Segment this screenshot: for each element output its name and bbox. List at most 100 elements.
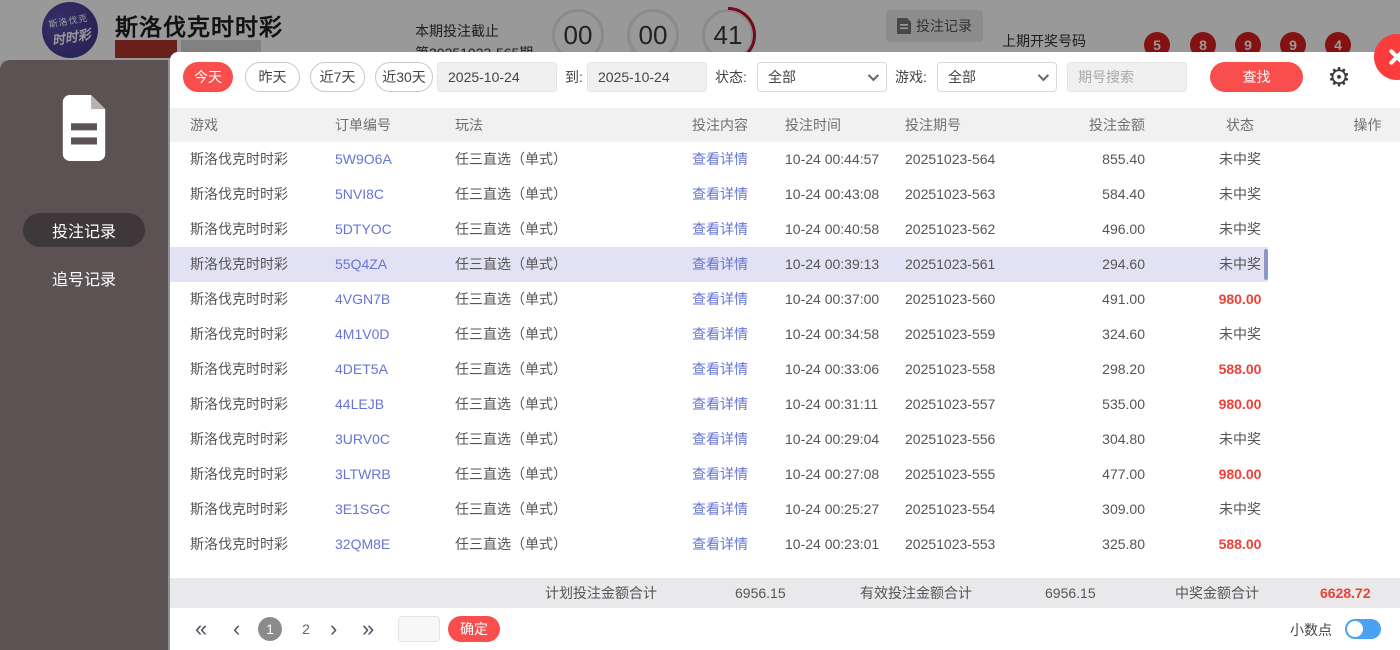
cell-game: 斯洛伐克时时彩 [170, 212, 335, 247]
sidebar-item-label: 投注记录 [52, 218, 116, 242]
view-detail-link[interactable]: 查看详情 [692, 396, 748, 412]
plan-total-label: 计划投注金额合计 [545, 578, 657, 608]
order-number-link[interactable]: 55Q4ZA [335, 256, 387, 272]
cell-play-type: 任三直选（单式） [455, 492, 655, 527]
page-number-current[interactable]: 1 [258, 617, 282, 641]
valid-total-value: 6956.15 [1045, 578, 1096, 608]
status-select[interactable]: 全部 [757, 62, 887, 92]
chevron-down-icon [1038, 70, 1049, 81]
col-header-operation: 操作 [1335, 108, 1400, 142]
cell-period: 20251023-555 [905, 457, 1055, 492]
cell-amount: 535.00 [1055, 387, 1145, 422]
cell-operation [1335, 177, 1400, 212]
cell-status: 未中奖 [1145, 492, 1335, 527]
order-number-link[interactable]: 5NVI8C [335, 186, 384, 202]
cell-bet-time: 10-24 00:25:27 [785, 492, 905, 527]
period-search-input[interactable] [1067, 62, 1187, 92]
cell-game: 斯洛伐克时时彩 [170, 352, 335, 387]
quick-filter-7days[interactable]: 近7天 [310, 62, 365, 92]
col-header-game: 游戏 [170, 108, 335, 142]
cell-game: 斯洛伐克时时彩 [170, 177, 335, 212]
cell-status: 未中奖 [1145, 212, 1335, 247]
search-button[interactable]: 查找 [1210, 62, 1303, 92]
order-number-link[interactable]: 44LEJB [335, 396, 384, 412]
cell-game: 斯洛伐克时时彩 [170, 282, 335, 317]
view-detail-link[interactable]: 查看详情 [692, 501, 748, 517]
view-detail-link[interactable]: 查看详情 [692, 256, 748, 272]
order-number-link[interactable]: 32QM8E [335, 536, 390, 552]
order-number-link[interactable]: 5DTYOC [335, 221, 392, 237]
view-detail-link[interactable]: 查看详情 [692, 221, 748, 237]
cell-operation [1335, 422, 1400, 457]
page-jump-confirm-button[interactable]: 确定 [448, 616, 500, 642]
quick-filter-yesterday[interactable]: 昨天 [245, 62, 300, 92]
cell-status: 588.00 [1145, 352, 1335, 387]
col-header-time: 投注时间 [785, 108, 905, 142]
status-filter-label: 状态: [715, 62, 747, 92]
page-jump-input[interactable] [398, 616, 440, 642]
order-number-link[interactable]: 3E1SGC [335, 501, 390, 517]
table-row: 斯洛伐克时时彩 3E1SGC 任三直选（单式） 查看详情 10-24 00:25… [170, 492, 1400, 527]
table-row: 斯洛伐克时时彩 5DTYOC 任三直选（单式） 查看详情 10-24 00:40… [170, 212, 1400, 247]
date-from-input[interactable]: 2025-10-24 [437, 62, 557, 92]
view-detail-link[interactable]: 查看详情 [692, 326, 748, 342]
table-row: 斯洛伐克时时彩 5W9O6A 任三直选（单式） 查看详情 10-24 00:44… [170, 142, 1400, 177]
order-number-link[interactable]: 3URV0C [335, 431, 390, 447]
order-number-link[interactable]: 5W9O6A [335, 151, 392, 167]
cell-game: 斯洛伐克时时彩 [170, 247, 335, 282]
quick-filter-today[interactable]: 今天 [183, 62, 233, 92]
sidebar-item-chase-records[interactable]: 追号记录 [23, 261, 145, 295]
cell-status: 未中奖 [1145, 247, 1335, 282]
cell-operation [1335, 282, 1400, 317]
next-page-button[interactable]: › [330, 612, 337, 646]
cell-amount: 298.20 [1055, 352, 1145, 387]
decimal-toggle[interactable] [1345, 619, 1381, 639]
date-to-input[interactable]: 2025-10-24 [587, 62, 707, 92]
prev-page-button[interactable]: ‹ [233, 612, 240, 646]
win-total-label: 中奖金额合计 [1175, 578, 1259, 608]
bet-record-icon [55, 95, 113, 161]
cell-amount: 491.00 [1055, 282, 1145, 317]
last-page-button[interactable]: » [362, 612, 374, 646]
page-number[interactable]: 2 [294, 617, 318, 641]
view-detail-link[interactable]: 查看详情 [692, 431, 748, 447]
view-detail-link[interactable]: 查看详情 [692, 186, 748, 202]
cell-play-type: 任三直选（单式） [455, 177, 655, 212]
order-number-link[interactable]: 4VGN7B [335, 291, 390, 307]
table-row: 斯洛伐克时时彩 5NVI8C 任三直选（单式） 查看详情 10-24 00:43… [170, 177, 1400, 212]
cell-status: 未中奖 [1145, 422, 1335, 457]
order-number-link[interactable]: 4M1V0D [335, 326, 389, 342]
gear-icon[interactable]: ⚙ [1322, 58, 1356, 96]
view-detail-link[interactable]: 查看详情 [692, 151, 748, 167]
order-number-link[interactable]: 4DET5A [335, 361, 388, 377]
view-detail-link[interactable]: 查看详情 [692, 466, 748, 482]
valid-total-label: 有效投注金额合计 [860, 578, 972, 608]
col-header-order: 订单编号 [335, 108, 455, 142]
view-detail-link[interactable]: 查看详情 [692, 291, 748, 307]
quick-filter-30days[interactable]: 近30天 [375, 62, 433, 92]
cell-status: 980.00 [1145, 387, 1335, 422]
game-select[interactable]: 全部 [937, 62, 1057, 92]
cell-play-type: 任三直选（单式） [455, 282, 655, 317]
sidebar-item-label: 追号记录 [52, 266, 116, 290]
cell-game: 斯洛伐克时时彩 [170, 387, 335, 422]
cell-status: 未中奖 [1145, 142, 1335, 177]
table-row: 斯洛伐克时时彩 3LTWRB 任三直选（单式） 查看详情 10-24 00:27… [170, 457, 1400, 492]
table-row: 斯洛伐克时时彩 3URV0C 任三直选（单式） 查看详情 10-24 00:29… [170, 422, 1400, 457]
cell-period: 20251023-553 [905, 527, 1055, 562]
plan-total-value: 6956.15 [735, 578, 786, 608]
cell-period: 20251023-557 [905, 387, 1055, 422]
toggle-knob [1347, 621, 1363, 637]
sidebar-item-bet-records[interactable]: 投注记录 [23, 213, 145, 247]
cell-operation [1335, 387, 1400, 422]
table-body: 斯洛伐克时时彩 5W9O6A 任三直选（单式） 查看详情 10-24 00:44… [170, 142, 1400, 562]
view-detail-link[interactable]: 查看详情 [692, 536, 748, 552]
cell-amount: 855.40 [1055, 142, 1145, 177]
cell-operation [1335, 142, 1400, 177]
first-page-button[interactable]: « [195, 612, 207, 646]
cell-amount: 325.80 [1055, 527, 1145, 562]
view-detail-link[interactable]: 查看详情 [692, 361, 748, 377]
cell-bet-time: 10-24 00:40:58 [785, 212, 905, 247]
order-number-link[interactable]: 3LTWRB [335, 466, 391, 482]
scrollbar-thumb[interactable] [1264, 249, 1268, 280]
